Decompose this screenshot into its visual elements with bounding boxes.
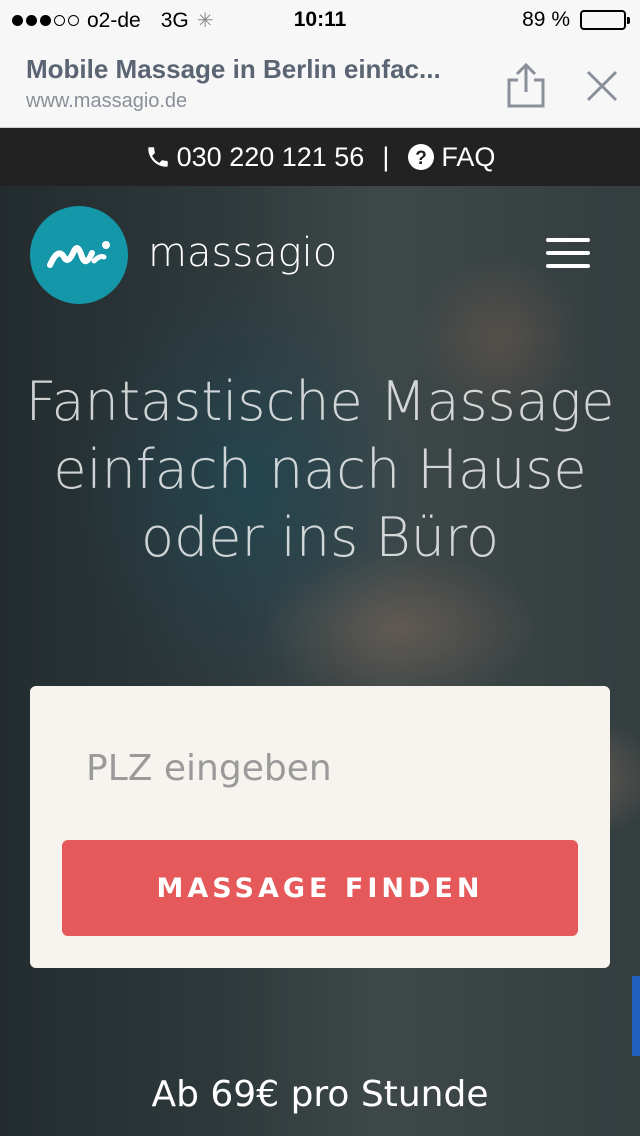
faq-label: FAQ (441, 141, 496, 172)
headline-line: einfach nach Hause (53, 438, 587, 501)
search-form-card: MASSAGE FINDEN (30, 686, 610, 968)
battery-percent: 89 % (522, 8, 570, 31)
headline-line: oder ins Büro (140, 506, 500, 569)
phone-number: 030 220 121 56 (176, 141, 365, 172)
website-content: 030 220 121 56 | ? FAQ massagio Fantasti… (0, 128, 640, 1136)
side-tab[interactable] (632, 976, 640, 1056)
battery-icon (580, 10, 630, 30)
plz-input[interactable] (86, 738, 566, 798)
page-title: Mobile Massage in Berlin einfac... (26, 54, 441, 84)
page-url[interactable]: www.massagio.de (26, 90, 187, 113)
divider: | (382, 141, 390, 172)
phone-icon (147, 147, 168, 167)
find-massage-button[interactable]: MASSAGE FINDEN (62, 840, 578, 936)
faq-link[interactable]: ? FAQ (407, 142, 495, 173)
share-icon (507, 62, 545, 108)
svg-text:?: ? (416, 148, 428, 169)
status-bar: o2-de 3G ✳ 10:11 89 % (0, 0, 640, 40)
close-button[interactable] (580, 64, 624, 108)
hero-headline: Fantastische Massage einfach nach Hause … (0, 368, 640, 572)
share-button[interactable] (503, 62, 549, 108)
headline-line: Fantastische Massage (25, 370, 615, 433)
contact-bar: 030 220 121 56 | ? FAQ (0, 128, 640, 186)
logo-icon[interactable] (30, 206, 128, 304)
browser-address-bar[interactable]: Mobile Massage in Berlin einfac... www.m… (0, 40, 640, 128)
phone-link[interactable]: 030 220 121 56 (145, 141, 365, 173)
brand-name[interactable]: massagio (148, 230, 337, 276)
close-icon (586, 70, 618, 102)
price-info: Ab 69€ pro Stunde (151, 1074, 489, 1115)
question-icon: ? (408, 144, 435, 170)
hamburger-menu-icon[interactable] (546, 238, 590, 268)
site-header: massagio (30, 206, 610, 306)
